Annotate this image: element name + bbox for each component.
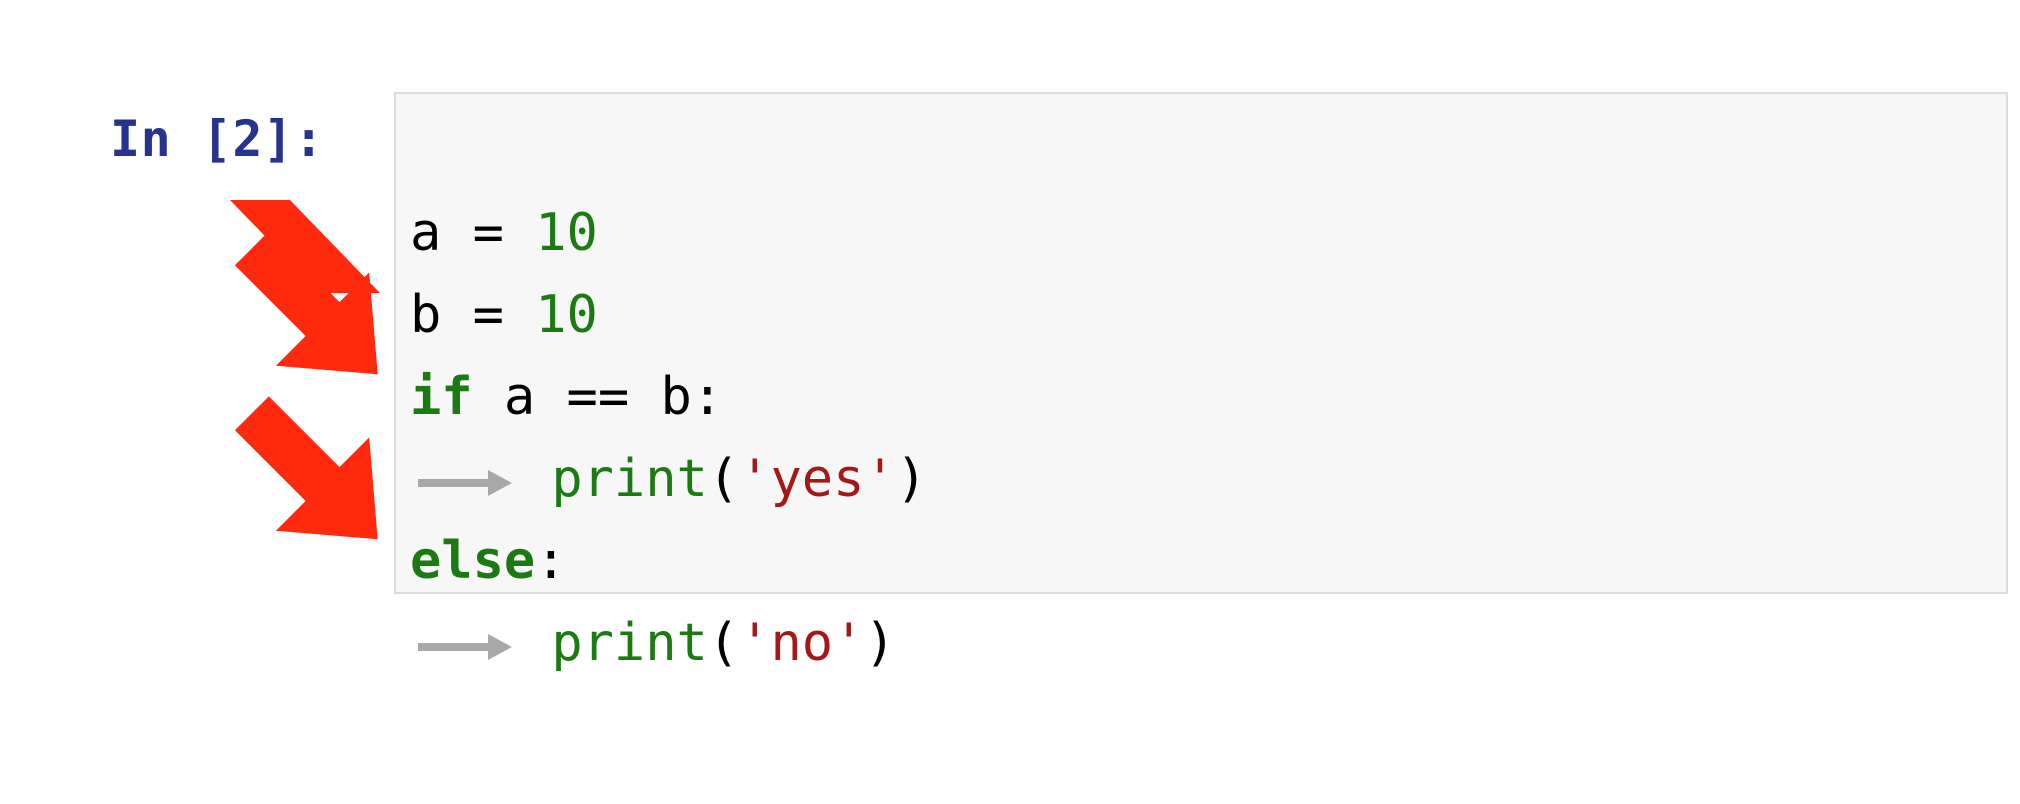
keyword-if: if	[410, 367, 473, 427]
code-line-6: print('no')	[410, 613, 896, 673]
annotation-arrow-icon	[195, 360, 420, 560]
string-literal: 'no'	[739, 613, 864, 673]
colon: :	[535, 531, 566, 591]
code-content[interactable]: a = 10 b = 10 if a == b: print('yes') el…	[410, 110, 927, 684]
code-line-4: print('yes')	[410, 449, 927, 509]
paren-close: )	[896, 449, 927, 509]
code-text: b =	[410, 285, 535, 345]
code-line-2: b = 10	[410, 285, 598, 345]
code-text: a == b:	[473, 367, 723, 427]
builtin-print: print	[551, 613, 708, 673]
paren-open: (	[708, 449, 739, 509]
number-literal: 10	[535, 285, 598, 345]
annotation-arrow-icon	[195, 195, 420, 395]
annotation-arrow-icon	[210, 200, 420, 390]
number-literal: 10	[535, 203, 598, 263]
code-text: a =	[410, 203, 535, 263]
code-line-3: if a == b:	[410, 367, 723, 427]
indent-arrow-icon	[410, 438, 520, 520]
code-input-cell[interactable]: a = 10 b = 10 if a == b: print('yes') el…	[394, 92, 2008, 594]
code-line-5: else:	[410, 531, 567, 591]
screenshot-root: In [2]: a = 10 b = 10 if a == b: print('…	[0, 0, 2020, 804]
code-line-1: a = 10	[410, 203, 598, 263]
paren-close: )	[864, 613, 895, 673]
keyword-else: else	[410, 531, 535, 591]
input-prompt-label: In [2]:	[110, 114, 324, 164]
builtin-print: print	[551, 449, 708, 509]
indent-arrow-icon	[410, 602, 520, 684]
string-literal: 'yes'	[739, 449, 896, 509]
paren-open: (	[708, 613, 739, 673]
